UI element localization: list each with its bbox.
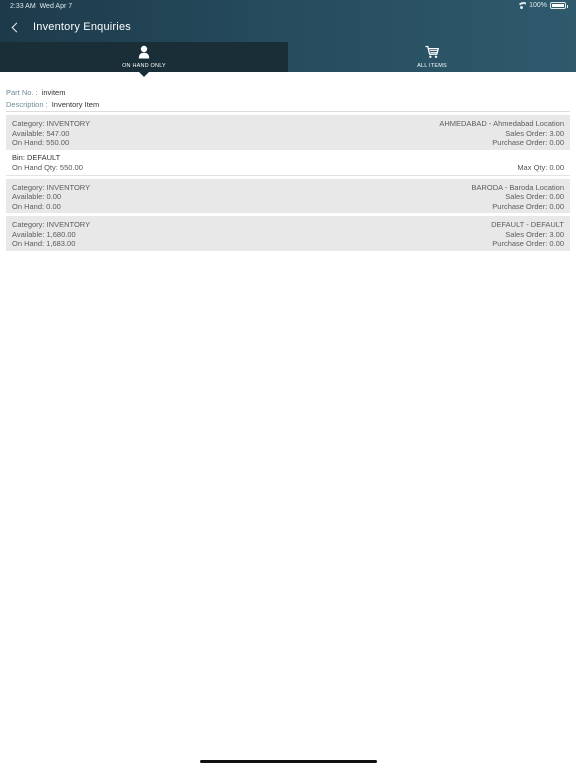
- location-card[interactable]: Category: INVENTORY BARODA - Baroda Locat…: [6, 178, 570, 213]
- description-value: Inventory Item: [51, 100, 100, 110]
- on-hand-qty: On Hand: 550.00: [12, 138, 70, 147]
- tab-all-items[interactable]: ALL ITEMS: [288, 42, 576, 72]
- navigation-bar: Inventory Enquiries: [0, 14, 576, 42]
- category: Category: INVENTORY: [12, 220, 91, 229]
- divider: [6, 111, 570, 112]
- location-card[interactable]: Category: INVENTORY DEFAULT - DEFAULT Ava…: [6, 216, 570, 251]
- cart-icon: [425, 45, 439, 58]
- bin-row: Bin: DEFAULT On Hand Qty: 550.00 Max Qty:…: [6, 150, 570, 176]
- purchase-order-qty: Purchase Order: 0.00: [492, 138, 564, 147]
- sales-order-qty: Sales Order: 3.00: [505, 229, 564, 239]
- top-bar: 2:33 AM Wed Apr 7 100% Inventory Enquiri…: [0, 0, 576, 77]
- status-bar: 2:33 AM Wed Apr 7 100%: [0, 0, 576, 14]
- battery-percent: 100%: [529, 2, 547, 9]
- home-indicator: [200, 760, 377, 763]
- description-row: Description : Inventory Item: [6, 99, 99, 112]
- battery-icon: [550, 2, 568, 9]
- part-no-row: Part No. : invitem: [6, 86, 99, 99]
- wifi-icon: [517, 2, 527, 9]
- location-name: BARODA - Baroda Location: [471, 182, 564, 192]
- tab-label: ON HAND ONLY: [122, 63, 166, 69]
- available-qty: Available: 0.00: [12, 192, 62, 201]
- part-no-label: Part No. :: [6, 87, 38, 97]
- bin-title: Bin: DEFAULT: [12, 152, 61, 162]
- purchase-order-qty: Purchase Order: 0.00: [492, 201, 564, 211]
- sales-order-qty: Sales Order: 0.00: [505, 192, 564, 201]
- sales-order-qty: Sales Order: 3.00: [505, 128, 564, 138]
- on-hand-qty: On Hand: 1,683.00: [12, 239, 76, 248]
- page-title: Inventory Enquiries: [33, 21, 131, 33]
- part-info: Part No. : invitem Description : Invento…: [6, 86, 99, 111]
- battery-fill: [552, 4, 564, 7]
- tab-active-pointer: [139, 72, 149, 77]
- chevron-left-icon[interactable]: [10, 20, 22, 36]
- location-card[interactable]: Category: INVENTORY AHMEDABAD - Ahmedabad…: [6, 115, 570, 150]
- location-name: DEFAULT - DEFAULT: [491, 220, 564, 229]
- description-label: Description :: [6, 100, 48, 110]
- category: Category: INVENTORY: [12, 182, 91, 192]
- purchase-order-qty: Purchase Order: 0.00: [492, 239, 564, 248]
- tab-bar: ON HAND ONLY ALL ITEMS: [0, 42, 576, 77]
- user-icon: [138, 45, 150, 59]
- available-qty: Available: 1,680.00: [12, 229, 76, 239]
- available-qty: Available: 547.00: [12, 128, 70, 138]
- part-no-value: invitem: [41, 87, 66, 97]
- location-name: AHMEDABAD - Ahmedabad Location: [439, 119, 564, 128]
- tab-label: ALL ITEMS: [417, 63, 447, 69]
- bin-max-qty: Max Qty: 0.00: [517, 162, 564, 172]
- category: Category: INVENTORY: [12, 119, 91, 128]
- location-list: Category: INVENTORY AHMEDABAD - Ahmedabad…: [6, 115, 570, 254]
- status-right: 100%: [517, 2, 568, 9]
- status-time: 2:33 AM Wed Apr 7: [10, 3, 73, 10]
- bin-on-hand-qty: On Hand Qty: 550.00: [12, 162, 83, 172]
- on-hand-qty: On Hand: 0.00: [12, 201, 61, 211]
- tab-on-hand-only[interactable]: ON HAND ONLY: [0, 42, 288, 77]
